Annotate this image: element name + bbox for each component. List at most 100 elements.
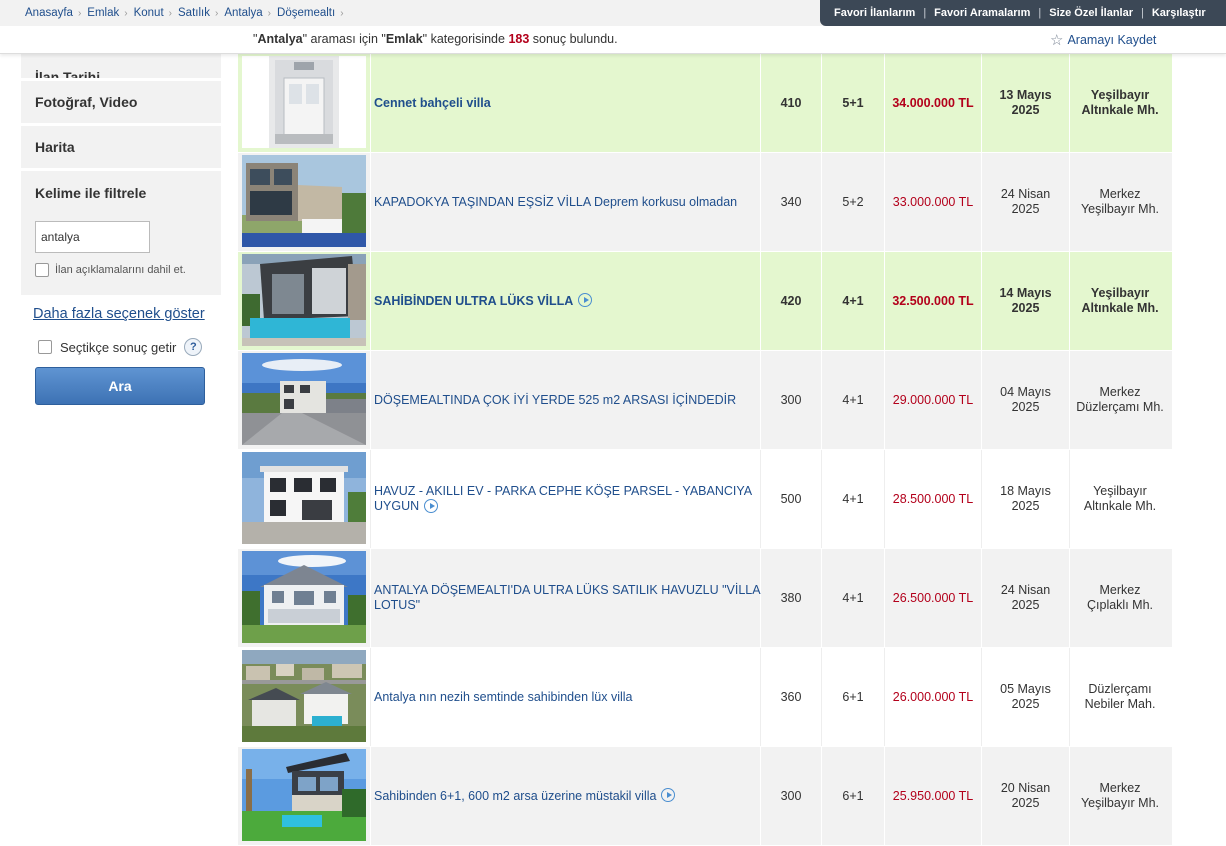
help-icon[interactable]: ? <box>184 338 203 356</box>
listing-location-district: Merkez <box>1099 583 1141 597</box>
star-icon: ☆ <box>1050 32 1064 49</box>
listing-title-cell: DÖŞEMEALTINDA ÇOK İYİ YERDE 525 m2 ARSAS… <box>371 351 761 449</box>
listing-row[interactable]: KAPADOKYA TAŞINDAN EŞSİZ VİLLA Deprem ko… <box>238 153 1172 252</box>
listing-title[interactable]: SAHİBİNDEN ULTRA LÜKS VİLLA <box>374 294 573 308</box>
filter-foto-video-label: Fotoğraf, Video <box>35 94 138 110</box>
breadcrumb-item[interactable]: Emlak <box>87 7 119 19</box>
listing-title-cell: KAPADOKYA TAŞINDAN EŞSİZ VİLLA Deprem ko… <box>371 153 761 251</box>
top-nav-item[interactable]: Karşılaştır <box>1152 7 1206 19</box>
listing-thumbnail[interactable] <box>242 55 366 151</box>
listing-thumbnail[interactable] <box>242 154 366 250</box>
listing-row[interactable]: Cennet bahçeli villa 410 5+1 34.000.000 … <box>238 54 1172 153</box>
listing-thumbnail-cell[interactable] <box>238 252 371 350</box>
listing-thumbnail-cell[interactable] <box>238 747 371 845</box>
listing-thumbnail[interactable] <box>242 550 366 646</box>
listing-date: 24 Nisan 2025 <box>982 549 1070 647</box>
listing-rooms: 5+2 <box>822 153 885 251</box>
nav-divider: | <box>1038 7 1042 19</box>
listing-location: Yeşilbayır Altınkale Mh. <box>1070 450 1170 548</box>
listing-thumbnail[interactable] <box>242 451 366 547</box>
filter-foto-video[interactable]: Fotoğraf, Video <box>21 81 221 123</box>
listing-thumbnail-cell[interactable] <box>238 54 371 152</box>
listing-title[interactable]: KAPADOKYA TAŞINDAN EŞSİZ VİLLA Deprem ko… <box>374 195 737 209</box>
listing-location-neighborhood: Düzlerçamı Mh. <box>1076 400 1164 414</box>
listing-title-cell: Sahibinden 6+1, 600 m2 arsa üzerine müst… <box>371 747 761 845</box>
breadcrumb-item[interactable]: Anasayfa <box>25 7 73 19</box>
top-bar: Anasayfa › Emlak › Konut › Satılık › Antalya › Döş… <box>0 0 1226 26</box>
auto-result-label: Seçtikçe sonuç getir <box>60 339 177 355</box>
listing-title[interactable]: ANTALYA DÖŞEMEALTI'DA ULTRA LÜKS SATILIK… <box>374 583 760 612</box>
more-options-link[interactable]: Daha fazla seçenek göster <box>33 306 205 322</box>
listing-thumbnail-cell[interactable] <box>238 648 371 746</box>
listing-thumbnail-cell[interactable] <box>238 351 371 449</box>
listing-m2: 410 <box>761 54 822 152</box>
filter-ilan-tarihi[interactable]: İlan Tarihi <box>21 54 221 78</box>
listing-date-year: 2025 <box>1011 202 1040 216</box>
listing-thumbnail-cell[interactable] <box>238 450 371 548</box>
keyword-input[interactable] <box>35 221 150 253</box>
listing-thumbnail[interactable] <box>242 253 366 349</box>
top-nav-item[interactable]: Size Özel İlanlar <box>1049 7 1133 19</box>
listing-price: 34.000.000 TL <box>885 54 982 152</box>
top-nav-item[interactable]: Favori İlanlarım <box>834 7 915 19</box>
listing-price: 25.950.000 TL <box>885 747 982 845</box>
listing-title[interactable]: Antalya nın nezih semtinde sahibinden lü… <box>374 690 633 704</box>
breadcrumb-item[interactable]: Antalya <box>224 7 262 19</box>
listing-thumbnail-cell[interactable] <box>238 549 371 647</box>
video-play-icon <box>424 498 439 513</box>
listing-date-day: 24 Nisan <box>1000 583 1051 597</box>
include-description-checkbox[interactable] <box>35 263 49 277</box>
breadcrumb-item[interactable]: Konut <box>134 7 164 19</box>
listing-thumbnail-cell[interactable] <box>238 153 371 251</box>
listing-location-district: Yeşilbayır <box>1093 484 1147 498</box>
listing-location: Merkez Yeşilbayır Mh. <box>1070 747 1170 845</box>
listing-row[interactable]: HAVUZ - AKILLI EV - PARKA CEPHE KÖŞE PAR… <box>238 450 1172 549</box>
nav-divider: | <box>923 7 927 19</box>
listing-date-day: 24 Nisan <box>1000 187 1051 201</box>
listing-location-neighborhood: Yeşilbayır Mh. <box>1080 796 1160 810</box>
listing-row[interactable]: DÖŞEMEALTINDA ÇOK İYİ YERDE 525 m2 ARSAS… <box>238 351 1172 450</box>
video-play-icon <box>578 293 593 308</box>
listing-date-day: 05 Mayıs <box>1000 682 1051 696</box>
search-button[interactable]: Ara <box>35 367 205 405</box>
listing-date-year: 2025 <box>1011 103 1040 117</box>
breadcrumb-item[interactable]: Döşemealtı <box>277 7 335 19</box>
listing-thumbnail[interactable] <box>242 352 366 448</box>
listing-price: 33.000.000 TL <box>885 153 982 251</box>
listing-location-neighborhood: Yeşilbayır Mh. <box>1080 202 1160 216</box>
listing-title[interactable]: DÖŞEMEALTINDA ÇOK İYİ YERDE 525 m2 ARSAS… <box>374 393 736 407</box>
listing-title[interactable]: Sahibinden 6+1, 600 m2 arsa üzerine müst… <box>374 789 656 803</box>
listing-rooms: 4+1 <box>822 351 885 449</box>
listing-rooms: 4+1 <box>822 549 885 647</box>
auto-result-checkbox[interactable] <box>38 340 52 354</box>
listing-title-cell: SAHİBİNDEN ULTRA LÜKS VİLLA <box>371 252 761 350</box>
listing-price: 26.500.000 TL <box>885 549 982 647</box>
listing-row[interactable]: Sahibinden 6+1, 600 m2 arsa üzerine müst… <box>238 747 1172 846</box>
listing-row[interactable]: SAHİBİNDEN ULTRA LÜKS VİLLA 420 4+1 32.5… <box>238 252 1172 351</box>
listing-title[interactable]: Cennet bahçeli villa <box>374 96 491 110</box>
save-search-button[interactable]: ☆ Aramayı Kaydet <box>1050 31 1156 49</box>
listing-date: 04 Mayıs 2025 <box>982 351 1070 449</box>
listing-location-neighborhood: Nebiler Mah. <box>1084 697 1156 711</box>
listing-location-district: Merkez <box>1099 781 1141 795</box>
chevron-right-icon: › <box>77 7 82 19</box>
result-count: 183 <box>508 32 530 46</box>
filter-harita[interactable]: Harita <box>21 126 221 168</box>
listing-rooms: 6+1 <box>822 747 885 845</box>
listing-location-district: Merkez <box>1099 385 1141 399</box>
listing-row[interactable]: Antalya nın nezih semtinde sahibinden lü… <box>238 648 1172 747</box>
breadcrumb: Anasayfa › Emlak › Konut › Satılık › Antalya › Döş… <box>25 0 350 26</box>
listing-row[interactable]: ANTALYA DÖŞEMEALTI'DA ULTRA LÜKS SATILIK… <box>238 549 1172 648</box>
listing-location: Yeşilbayır Altınkale Mh. <box>1070 54 1170 152</box>
breadcrumb-item[interactable]: Satılık <box>178 7 210 19</box>
listing-date-day: 13 Mayıs <box>999 88 1052 102</box>
chevron-right-icon: › <box>168 7 172 19</box>
result-query: Antalya <box>257 32 303 46</box>
top-nav-item[interactable]: Favori Aramalarım <box>934 7 1030 19</box>
listing-thumbnail[interactable] <box>242 748 366 844</box>
save-search-label: Aramayı Kaydet <box>1067 33 1157 47</box>
video-play-icon <box>661 788 676 803</box>
listing-rooms: 6+1 <box>822 648 885 746</box>
listing-thumbnail[interactable] <box>242 649 366 745</box>
filter-harita-label: Harita <box>35 139 75 155</box>
